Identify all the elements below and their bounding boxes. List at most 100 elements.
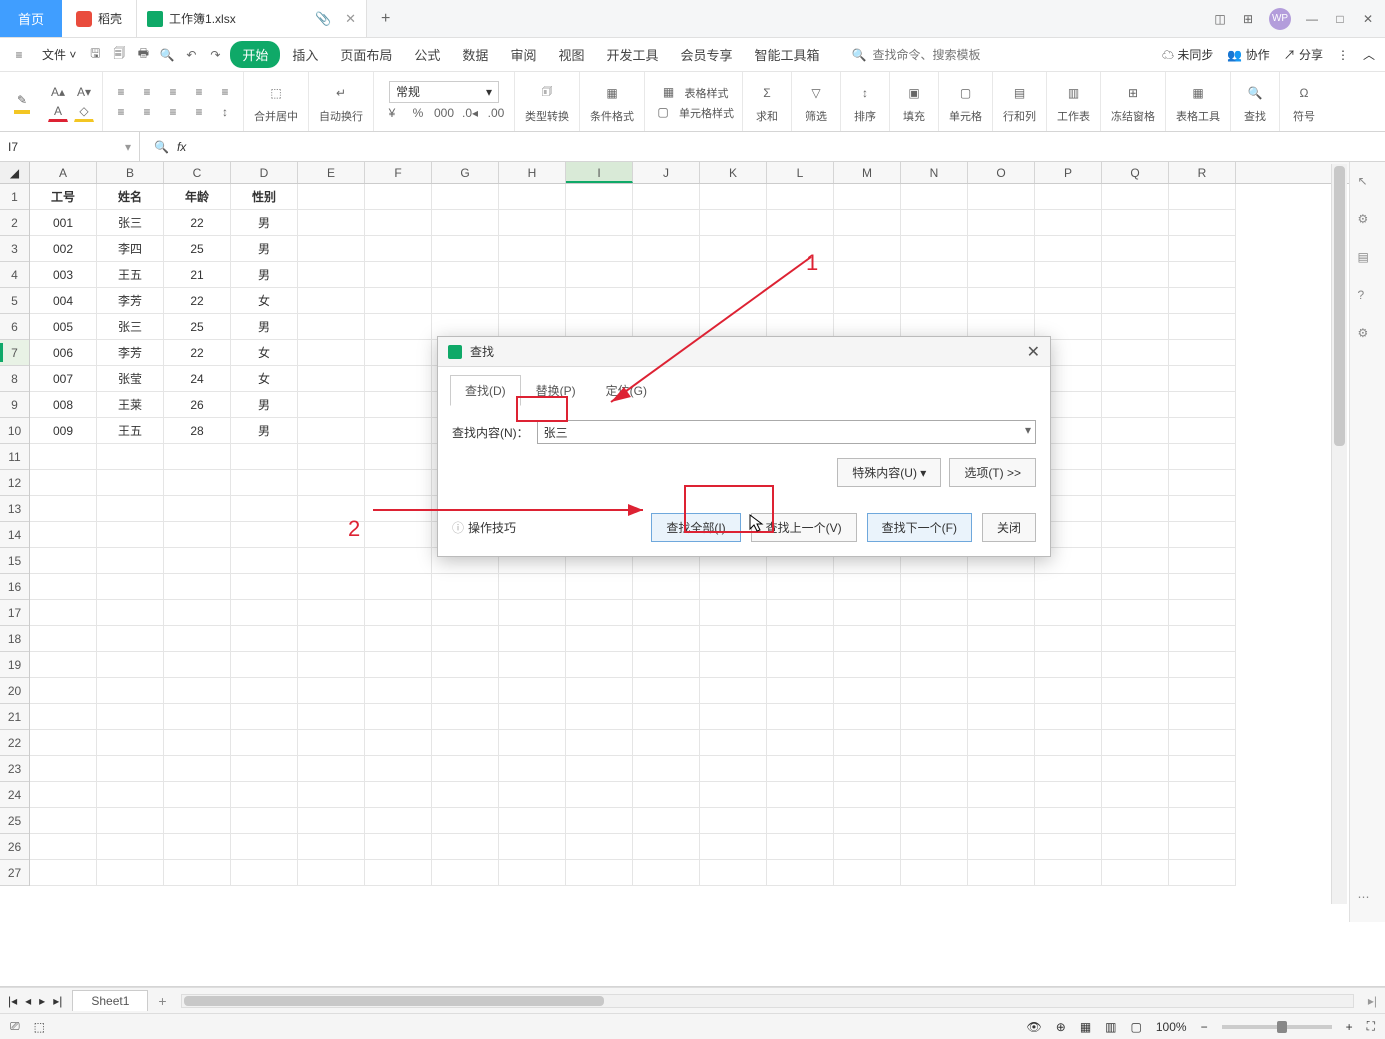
cell-C9[interactable]: 26 (164, 392, 231, 418)
find-input-dd-icon[interactable]: ▾ (1025, 423, 1031, 437)
cell-P26[interactable] (1035, 834, 1102, 860)
eye-icon[interactable]: 👁 (1027, 1020, 1042, 1034)
cell-M1[interactable] (834, 184, 901, 210)
cell-E19[interactable] (298, 652, 365, 678)
cell-N17[interactable] (901, 600, 968, 626)
cell-Q2[interactable] (1102, 210, 1169, 236)
cell-E6[interactable] (298, 314, 365, 340)
cell-R20[interactable] (1169, 678, 1236, 704)
align-left-icon[interactable]: ≡ (111, 102, 131, 122)
cell-E12[interactable] (298, 470, 365, 496)
row-header-14[interactable]: 14 (0, 522, 29, 548)
cell-G1[interactable] (432, 184, 499, 210)
cell-B10[interactable]: 王五 (97, 418, 164, 444)
cell-E27[interactable] (298, 860, 365, 886)
cell-M21[interactable] (834, 704, 901, 730)
cell-F16[interactable] (365, 574, 432, 600)
cell-R5[interactable] (1169, 288, 1236, 314)
cell-H22[interactable] (499, 730, 566, 756)
ribbon-wrap[interactable]: ↵自动换行 (309, 72, 374, 131)
status-cell-icon[interactable]: ⬚ (34, 1020, 45, 1034)
cell-M22[interactable] (834, 730, 901, 756)
menu-view[interactable]: 视图 (548, 40, 594, 69)
cell-L26[interactable] (767, 834, 834, 860)
cell-K5[interactable] (700, 288, 767, 314)
cell-J24[interactable] (633, 782, 700, 808)
cell-C25[interactable] (164, 808, 231, 834)
ribbon-typeconv[interactable]: 🗊类型转换 (515, 72, 580, 131)
cell-Q9[interactable] (1102, 392, 1169, 418)
cell-P20[interactable] (1035, 678, 1102, 704)
cell-E13[interactable] (298, 496, 365, 522)
cell-F6[interactable] (365, 314, 432, 340)
cell-R19[interactable] (1169, 652, 1236, 678)
cell-C19[interactable] (164, 652, 231, 678)
cell-I27[interactable] (566, 860, 633, 886)
cell-A11[interactable] (30, 444, 97, 470)
cell-O24[interactable] (968, 782, 1035, 808)
cell-L22[interactable] (767, 730, 834, 756)
cell-B3[interactable]: 李四 (97, 236, 164, 262)
row-header-7[interactable]: 7 (0, 340, 29, 366)
comma-icon[interactable]: 000 (434, 103, 454, 123)
cell-N5[interactable] (901, 288, 968, 314)
horizontal-scrollbar[interactable] (181, 994, 1354, 1008)
zoom-slider[interactable] (1222, 1025, 1332, 1029)
cell-I17[interactable] (566, 600, 633, 626)
cell-D23[interactable] (231, 756, 298, 782)
cell-M17[interactable] (834, 600, 901, 626)
cell-O2[interactable] (968, 210, 1035, 236)
cell-J19[interactable] (633, 652, 700, 678)
cell-A14[interactable] (30, 522, 97, 548)
fill-color-icon[interactable]: ◇ (74, 102, 94, 122)
find-next-button[interactable]: 查找下一个(F) (867, 513, 972, 542)
cell-R18[interactable] (1169, 626, 1236, 652)
font-color-icon[interactable]: A (48, 102, 68, 122)
cell-A21[interactable] (30, 704, 97, 730)
cell-Q7[interactable] (1102, 340, 1169, 366)
cell-D8[interactable]: 女 (231, 366, 298, 392)
ribbon-filter[interactable]: ▽筛选 (792, 72, 841, 131)
cell-F17[interactable] (365, 600, 432, 626)
row-header-16[interactable]: 16 (0, 574, 29, 600)
cell-P17[interactable] (1035, 600, 1102, 626)
ribbon-sort[interactable]: ↕排序 (841, 72, 890, 131)
cell-C15[interactable] (164, 548, 231, 574)
cell-R12[interactable] (1169, 470, 1236, 496)
cell-A26[interactable] (30, 834, 97, 860)
cell-D15[interactable] (231, 548, 298, 574)
cell-L1[interactable] (767, 184, 834, 210)
dec-inc-icon[interactable]: .0◂ (460, 103, 480, 123)
cursor-icon[interactable]: ↖ (1358, 174, 1378, 194)
cell-A12[interactable] (30, 470, 97, 496)
cell-P23[interactable] (1035, 756, 1102, 782)
dialog-tab-goto[interactable]: 定位(G) (591, 375, 662, 406)
cell-D24[interactable] (231, 782, 298, 808)
cell-R21[interactable] (1169, 704, 1236, 730)
cell-Q16[interactable] (1102, 574, 1169, 600)
dialog-tab-find[interactable]: 查找(D) (450, 375, 521, 406)
col-header-E[interactable]: E (298, 162, 365, 183)
cell-N2[interactable] (901, 210, 968, 236)
cell-H1[interactable] (499, 184, 566, 210)
cell-C1[interactable]: 年龄 (164, 184, 231, 210)
cell-G2[interactable] (432, 210, 499, 236)
cell-B13[interactable] (97, 496, 164, 522)
cell-Q20[interactable] (1102, 678, 1169, 704)
view-normal-icon[interactable]: ▦ (1080, 1020, 1091, 1034)
cell-H27[interactable] (499, 860, 566, 886)
fx-label[interactable]: fx (177, 140, 186, 154)
menu-dev[interactable]: 开发工具 (596, 40, 668, 69)
cell-C4[interactable]: 21 (164, 262, 231, 288)
cell-G25[interactable] (432, 808, 499, 834)
cell-L21[interactable] (767, 704, 834, 730)
cell-R3[interactable] (1169, 236, 1236, 262)
cell-M16[interactable] (834, 574, 901, 600)
cell-R6[interactable] (1169, 314, 1236, 340)
cell-Q26[interactable] (1102, 834, 1169, 860)
cell-O4[interactable] (968, 262, 1035, 288)
cell-J18[interactable] (633, 626, 700, 652)
cell-H2[interactable] (499, 210, 566, 236)
row-header-8[interactable]: 8 (0, 366, 29, 392)
cell-M27[interactable] (834, 860, 901, 886)
